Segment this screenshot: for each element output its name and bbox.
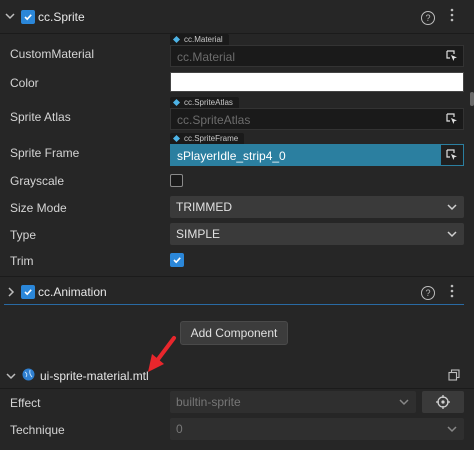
chevron-down-icon[interactable] (6, 370, 16, 384)
effect-select[interactable]: builtin-sprite (170, 391, 416, 413)
sprite-enabled-checkbox[interactable] (21, 10, 35, 24)
animation-component-title: cc.Animation (38, 285, 107, 299)
sprite-frame-value: sPlayerIdle_strip4_0 (177, 149, 286, 163)
locate-asset-icon[interactable] (441, 46, 463, 66)
chevron-down-icon (447, 426, 457, 433)
sprite-atlas-label: Sprite Atlas (10, 110, 71, 124)
chevron-down-icon (399, 399, 409, 406)
sprite-atlas-asset: cc.SpriteAtlas cc.SpriteAtlas (170, 97, 464, 130)
custom-material-asset: cc.Material cc.Material (170, 34, 464, 67)
technique-value: 0 (176, 422, 183, 436)
chevron-right-icon[interactable] (6, 286, 16, 300)
animation-component-header[interactable]: cc.Animation ? (0, 277, 474, 304)
custom-material-value: cc.Material (177, 50, 236, 64)
sprite-component-title: cc.Sprite (38, 10, 85, 24)
checkmark-icon (24, 289, 32, 296)
chevron-down-icon[interactable] (5, 10, 15, 24)
copy-icon[interactable] (448, 369, 460, 384)
help-icon[interactable]: ? (421, 286, 435, 300)
color-swatch[interactable] (170, 72, 464, 92)
trim-checkbox[interactable] (170, 253, 184, 267)
section-divider (4, 304, 464, 305)
target-icon (436, 395, 450, 409)
sprite-frame-label: Sprite Frame (10, 146, 80, 160)
type-select[interactable]: SIMPLE (170, 223, 464, 245)
size-mode-label: Size Mode (10, 201, 67, 215)
add-component-label: Add Component (190, 326, 278, 340)
sprite-atlas-field[interactable]: cc.SpriteAtlas (170, 108, 464, 130)
scrollbar-thumb[interactable] (470, 92, 474, 106)
size-mode-value: TRIMMED (176, 200, 232, 214)
checkmark-icon (173, 257, 181, 264)
effect-locate-button[interactable] (422, 391, 464, 413)
sprite-frame-field[interactable]: sPlayerIdle_strip4_0 (170, 144, 464, 166)
animation-enabled-checkbox[interactable] (21, 285, 35, 299)
type-label: Type (10, 228, 37, 242)
custom-material-field[interactable]: cc.Material (170, 45, 464, 67)
effect-value: builtin-sprite (176, 395, 241, 409)
technique-label: Technique (10, 423, 65, 437)
trim-label: Trim (10, 254, 34, 268)
effect-label: Effect (10, 396, 41, 410)
more-options-icon[interactable] (449, 8, 455, 24)
locate-asset-icon[interactable] (441, 145, 463, 165)
material-section-title: ui-sprite-material.mtl (40, 369, 149, 383)
add-component-button[interactable]: Add Component (180, 321, 288, 345)
locate-asset-icon[interactable] (441, 109, 463, 129)
technique-select[interactable]: 0 (170, 418, 464, 440)
checkmark-icon (24, 14, 32, 21)
color-label: Color (10, 76, 39, 90)
chevron-down-icon (447, 204, 457, 211)
material-globe-icon (22, 368, 35, 384)
help-icon[interactable]: ? (421, 11, 435, 25)
separator (0, 388, 474, 389)
sprite-component-header[interactable]: cc.Sprite ? (0, 0, 474, 34)
grayscale-checkbox[interactable] (170, 174, 183, 187)
grayscale-label: Grayscale (10, 174, 65, 188)
chevron-down-icon (447, 231, 457, 238)
sprite-frame-asset: cc.SpriteFrame sPlayerIdle_strip4_0 (170, 133, 464, 166)
sprite-atlas-value: cc.SpriteAtlas (177, 113, 251, 127)
type-value: SIMPLE (176, 227, 221, 241)
more-options-icon[interactable] (449, 284, 455, 300)
size-mode-select[interactable]: TRIMMED (170, 196, 464, 218)
custom-material-label: CustomMaterial (10, 47, 95, 61)
material-section-header[interactable]: ui-sprite-material.mtl (0, 364, 474, 388)
